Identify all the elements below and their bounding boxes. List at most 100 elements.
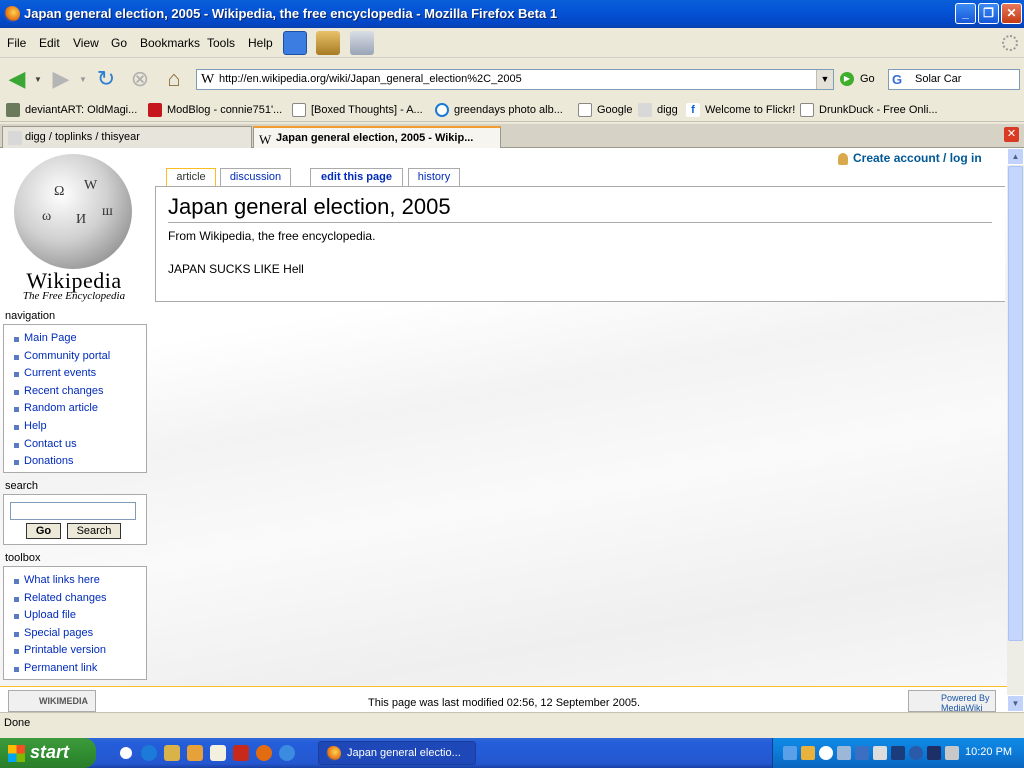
bookmark-toolbar-icon[interactable] [283,31,307,55]
firefox-icon [326,746,341,761]
mediawiki-logo[interactable]: Powered By MediaWiki [908,690,996,712]
page-title: Japan general election, 2005 [168,194,992,223]
quicklaunch-browser-icon[interactable] [279,745,295,761]
login-label: Create account / log in [853,151,982,165]
scroll-thumb[interactable] [1008,166,1023,641]
tab-wikipedia[interactable]: W Japan general election, 2005 - Wikip... [253,126,501,148]
status-text: Done [4,717,31,729]
search-go-button[interactable]: Go [26,523,61,539]
wikimedia-logo[interactable]: WIKIMEDIA [8,690,96,712]
bookmark-modblog[interactable]: ModBlog - connie751'... [148,103,282,117]
tray-chat-icon[interactable] [819,746,833,760]
quicklaunch-acrobat-icon[interactable] [233,745,249,761]
taskbar: start Japan general electio... 10:20 PM [0,738,1024,768]
tool-printable-version[interactable]: Printable version [14,642,146,660]
tool-what-links-here[interactable]: What links here [14,572,146,590]
nav-random-article[interactable]: Random article [14,400,146,418]
tray-monitor-icon[interactable] [891,746,905,760]
bookmark-flickr[interactable]: f Welcome to Flickr! [686,103,795,117]
quicklaunch-ie-icon[interactable] [118,745,134,761]
bookmark-deviantart[interactable]: deviantART: OldMagi... [6,103,137,117]
tab-article[interactable]: article [166,168,216,187]
back-arrow-icon[interactable]: ◀ [4,66,30,92]
close-button[interactable]: ✕ [1001,3,1022,24]
tray-app-icon[interactable] [855,746,869,760]
nav-community-portal[interactable]: Community portal [14,348,146,366]
home-icon[interactable]: ⌂ [161,66,187,92]
tray-msn-icon[interactable] [801,746,815,760]
menu-view[interactable]: View [73,36,99,50]
maximize-button[interactable]: ❐ [978,3,999,24]
go-button[interactable]: ▶ Go [840,72,875,86]
menu-tools[interactable]: Tools [207,36,235,50]
tray-network-icon[interactable] [783,746,797,760]
close-tab-icon[interactable]: ✕ [1004,127,1019,142]
navigation-portlet: Main Page Community portal Current event… [3,324,147,473]
bookmark-google[interactable]: Google [578,103,632,117]
toolbox-portlet: What links here Related changes Upload f… [3,566,147,680]
menu-edit[interactable]: Edit [39,36,60,50]
scroll-up-icon[interactable]: ▲ [1007,148,1024,165]
tab-edit-this-page[interactable]: edit this page [310,168,403,186]
wikipedia-logo[interactable]: ΩWωИш Wikipedia The Free Encyclopedia [10,150,138,302]
taskbar-firefox-window[interactable]: Japan general electio... [318,741,476,765]
nav-contact-us[interactable]: Contact us [14,436,146,454]
tray-security-icon[interactable] [873,746,887,760]
bookmark-digg[interactable]: digg [638,103,678,117]
tool-upload-file[interactable]: Upload file [14,607,146,625]
nav-main-page[interactable]: Main Page [14,330,146,348]
start-button[interactable]: start [0,738,96,768]
menu-file[interactable]: File [7,36,26,50]
bookmark-label: digg [657,104,678,116]
minimize-button[interactable]: _ [955,3,976,24]
scroll-down-icon[interactable]: ▼ [1007,695,1024,712]
nav-current-events[interactable]: Current events [14,365,146,383]
menu-bookmarks[interactable]: Bookmarks [140,36,200,50]
search-button[interactable]: Search [67,523,121,539]
tray-audio-icon[interactable] [837,746,851,760]
quicklaunch-media-player-icon[interactable] [141,745,157,761]
download-icon[interactable] [316,31,340,55]
forward-arrow-icon[interactable]: ▶ [48,66,74,92]
reload-icon[interactable]: ↻ [93,66,119,92]
nav-recent-changes[interactable]: Recent changes [14,383,146,401]
search-engine-input[interactable]: G Solar Car [888,69,1020,90]
tool-permanent-link[interactable]: Permanent link [14,660,146,678]
vertical-scrollbar[interactable]: ▲ ▼ [1007,148,1024,712]
menu-help[interactable]: Help [248,36,273,50]
bookmark-drunkduck[interactable]: DrunkDuck - Free Onli... [800,103,938,117]
photo-album-icon [435,103,449,117]
tray-volume-icon[interactable] [945,746,959,760]
address-bar[interactable]: W http://en.wikipedia.org/wiki/Japan_gen… [196,69,834,90]
stop-icon[interactable]: ⊗ [127,66,153,92]
search-input[interactable] [10,502,136,520]
tray-display-icon[interactable] [927,746,941,760]
nav-help[interactable]: Help [14,418,146,436]
quicklaunch-game-icon[interactable] [187,745,203,761]
clock: 10:20 PM [965,746,1013,758]
forward-dropdown-icon[interactable]: ▼ [77,66,89,92]
browser-window: Japan general election, 2005 - Wikipedia… [0,0,1024,738]
modblog-icon [148,103,162,117]
google-search-icon[interactable]: G [892,72,902,87]
tab-digg[interactable]: digg / toplinks / thisyear [2,126,252,148]
nav-donations[interactable]: Donations [14,453,146,471]
status-bar: Done [0,712,1024,734]
bookmark-boxed-thoughts[interactable]: [Boxed Thoughts] - A... [292,103,423,117]
tray-update-icon[interactable] [909,746,923,760]
new-tab-icon[interactable] [350,31,374,55]
quicklaunch-app-icon[interactable] [164,745,180,761]
user-icon [838,152,848,165]
bookmark-greendays[interactable]: greendays photo alb... [435,103,563,117]
menu-go[interactable]: Go [111,36,127,50]
tab-history[interactable]: history [408,168,460,186]
tab-discussion[interactable]: discussion [220,168,291,186]
tool-related-changes[interactable]: Related changes [14,590,146,608]
address-dropdown-icon[interactable]: ▼ [816,70,833,89]
login-link[interactable]: Create account / log in [838,151,982,165]
tool-special-pages[interactable]: Special pages [14,625,146,643]
bookmarks-toolbar: deviantART: OldMagi... ModBlog - connie7… [0,100,1024,122]
quicklaunch-firefox-icon[interactable] [256,745,272,761]
back-dropdown-icon[interactable]: ▼ [32,66,44,92]
quicklaunch-notepad-icon[interactable] [210,745,226,761]
